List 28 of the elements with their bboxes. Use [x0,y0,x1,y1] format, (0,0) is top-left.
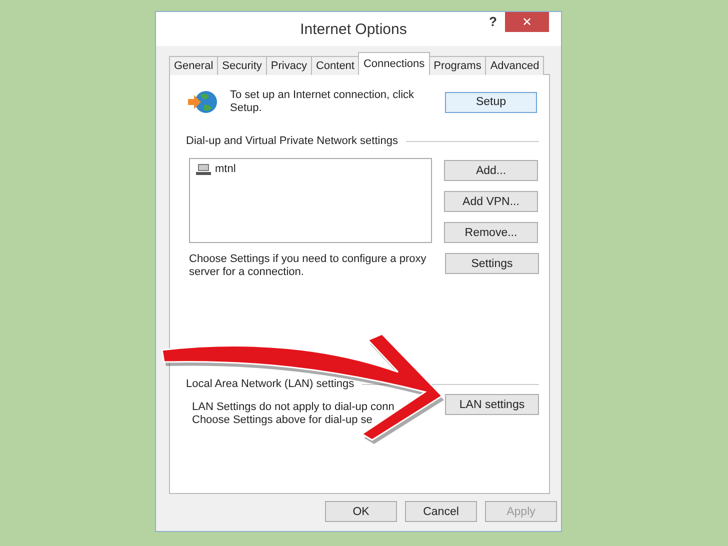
settings-button[interactable]: Settings [445,253,539,274]
lan-note: Choose Settings above for dial-up se [192,414,374,427]
lan-note: LAN Settings do not apply to dial-up conn [192,401,394,414]
computer-icon [195,163,212,176]
setup-description: To set up an Internet connection, click Setup. [230,89,416,115]
setup-button[interactable]: Setup [445,92,537,112]
dialup-button[interactable]: Add... [444,160,538,181]
tab[interactable]: Programs [428,56,486,75]
tab[interactable]: Privacy [266,56,312,75]
dialog-button[interactable]: OK [325,501,397,522]
help-button[interactable]: ? [489,14,497,29]
tab[interactable]: Advanced [485,56,544,75]
tab[interactable]: Content [310,56,360,75]
tab[interactable]: General [169,56,218,75]
connection-list[interactable]: mtnl [189,158,432,243]
close-button[interactable]: ✕ [505,12,549,32]
dialup-button[interactable]: Add VPN... [444,191,538,212]
tab[interactable]: Security [217,56,267,75]
section-heading: Dial-up and Virtual Private Network settings [186,135,398,148]
dialog-button[interactable]: Cancel [405,501,477,522]
lan-settings-button[interactable]: LAN settings [445,394,539,415]
window-title: Internet Options [300,20,407,38]
dialup-button[interactable]: Remove... [444,222,538,243]
proxy-description: Choose Settings if you need to configure a proxy server for a connection. [189,253,428,279]
section-heading: Local Area Network (LAN) settings [186,378,354,391]
globe-icon [186,89,220,115]
tab[interactable]: Connections [358,52,430,75]
list-item[interactable]: mtnl [193,162,238,177]
